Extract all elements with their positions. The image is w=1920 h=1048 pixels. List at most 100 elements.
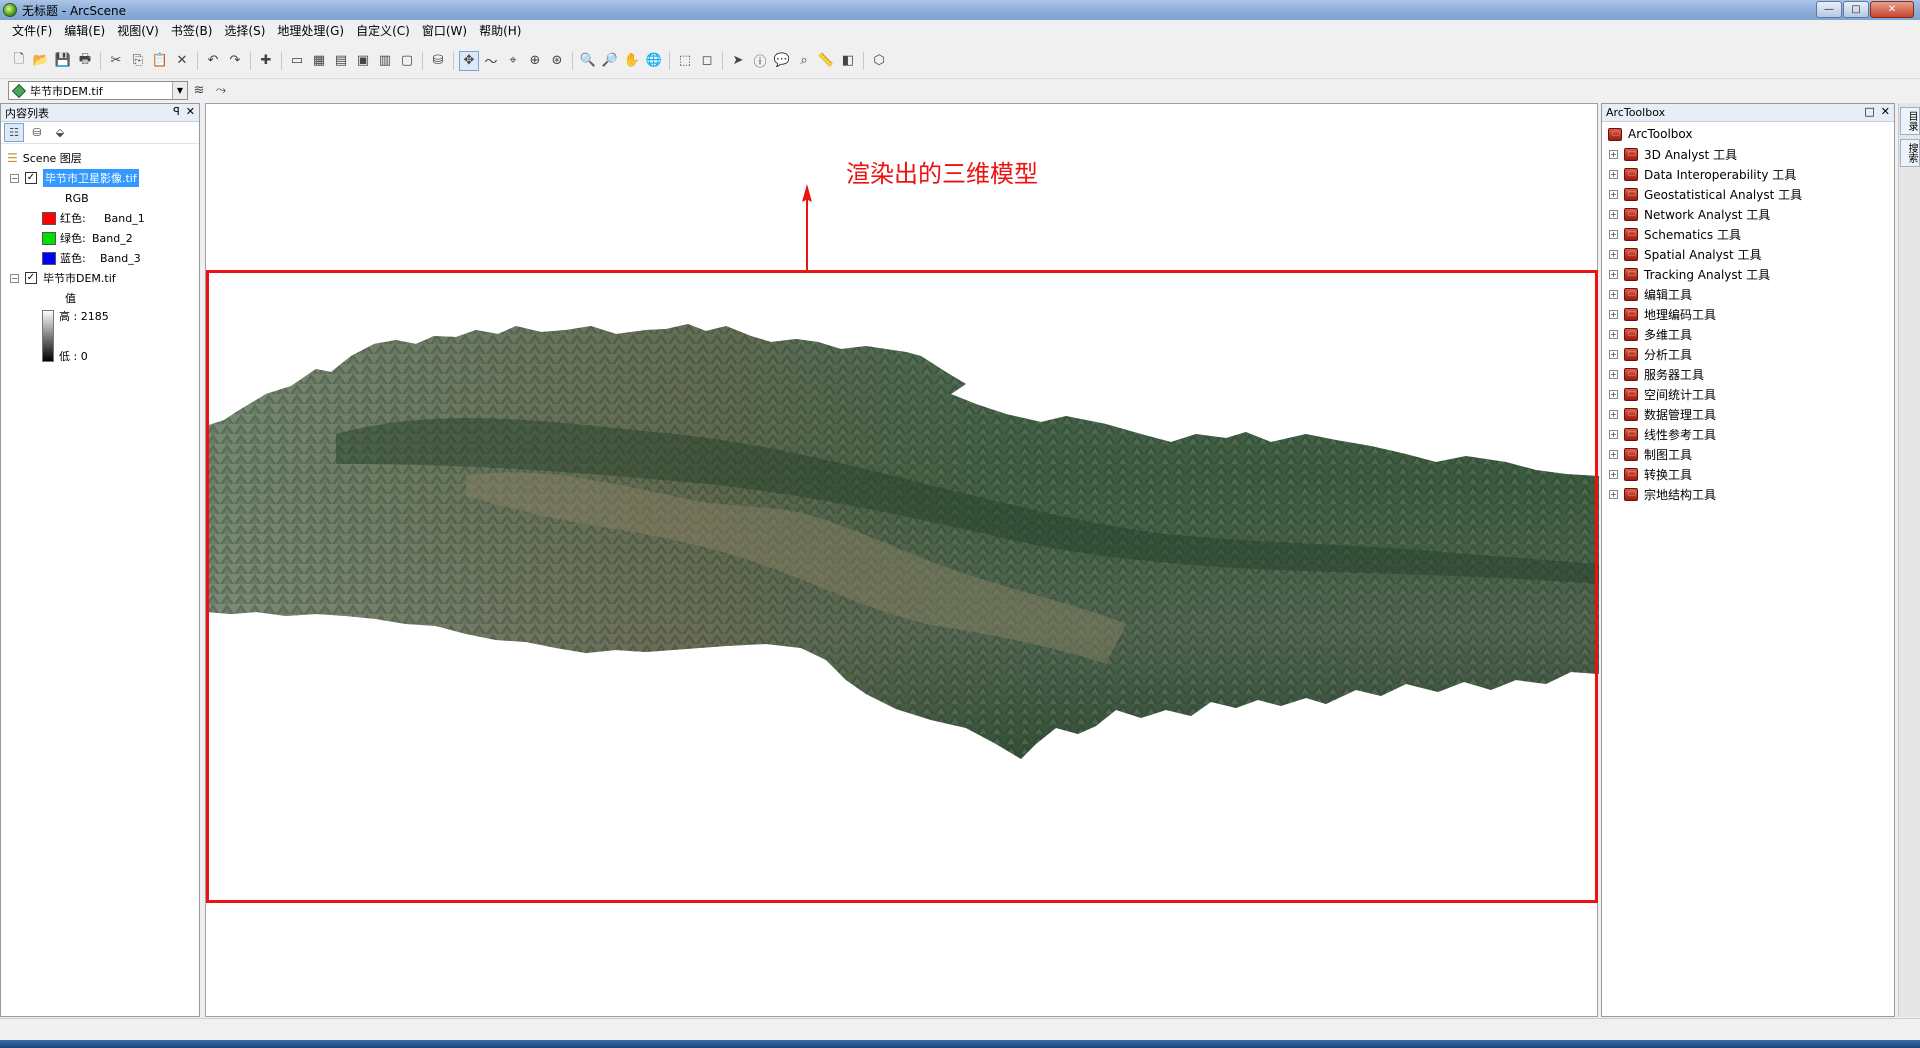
toolbox-icon[interactable]: ▥ — [375, 51, 395, 71]
collapse-icon[interactable]: − — [10, 273, 19, 283]
toolbox-item[interactable]: + 分析工具 — [1602, 344, 1894, 364]
open-icon[interactable]: 📂 — [31, 51, 51, 71]
scene-view[interactable]: 渲染出的三维模型 — [205, 103, 1599, 1017]
expand-icon[interactable]: + — [1609, 449, 1618, 459]
layer-row-satellite[interactable]: − ✓ 毕节市卫星影像.tif — [1, 168, 199, 188]
close-icon[interactable]: ✕ — [1881, 105, 1890, 118]
expand-icon[interactable]: + — [1609, 249, 1618, 259]
expand-icon[interactable]: + — [1609, 389, 1618, 399]
toolbox-item[interactable]: + Spatial Analyst 工具 — [1602, 244, 1894, 264]
menu-item[interactable]: 自定义(C) — [350, 21, 416, 41]
catalog-icon[interactable]: ▤ — [331, 51, 351, 71]
expand-icon[interactable]: + — [1609, 469, 1618, 479]
pin-icon[interactable]: ꟼ — [173, 105, 180, 118]
chevron-down-icon[interactable]: ▼ — [172, 82, 187, 99]
scene-layers-root[interactable]: ☰ Scene 图层 — [1, 148, 199, 168]
toolbox-item[interactable]: + 制图工具 — [1602, 444, 1894, 464]
expand-icon[interactable]: + — [1609, 309, 1618, 319]
layer-dropdown[interactable]: 毕节市DEM.tif ▼ — [8, 81, 188, 100]
layer-visibility-checkbox[interactable]: ✓ — [25, 172, 37, 184]
3d-effects-icon[interactable]: ⬡ — [869, 51, 889, 71]
new-icon[interactable]: 🗋 — [9, 51, 29, 71]
fly-icon[interactable]: 〜 — [481, 51, 501, 71]
layer-name-satellite[interactable]: 毕节市卫星影像.tif — [43, 169, 139, 187]
print-icon[interactable]: 🖶 — [75, 51, 95, 71]
toolbox-item[interactable]: + 多维工具 — [1602, 324, 1894, 344]
menu-item[interactable]: 书签(B) — [165, 21, 219, 41]
toolbox-item[interactable]: +3D Analyst 工具 — [1602, 144, 1894, 164]
expand-icon[interactable]: + — [1609, 169, 1618, 179]
toolbox-item[interactable]: + 转换工具 — [1602, 464, 1894, 484]
center-target-icon[interactable]: ⌖ — [503, 51, 523, 71]
search-dock-tab[interactable]: 搜索 — [1900, 139, 1920, 167]
expand-icon[interactable]: + — [1609, 429, 1618, 439]
model-builder-icon[interactable]: ⛁ — [428, 51, 448, 71]
expand-icon[interactable]: + — [1609, 229, 1618, 239]
navigate-icon[interactable]: ✥ — [459, 50, 479, 71]
expand-icon[interactable]: + — [1609, 369, 1618, 379]
paste-icon[interactable]: 📋 — [150, 51, 170, 71]
collapse-icon[interactable]: − — [10, 173, 19, 183]
find-icon[interactable]: ⌕ — [794, 51, 814, 71]
expand-icon[interactable]: + — [1609, 349, 1618, 359]
maximize-button[interactable]: □ — [1843, 1, 1869, 18]
toolbox-item[interactable]: + 地理编码工具 — [1602, 304, 1894, 324]
layer-name-dem[interactable]: 毕节市DEM.tif — [43, 270, 116, 286]
toolbox-item[interactable]: + 线性参考工具 — [1602, 424, 1894, 444]
zoom-out-icon[interactable]: 🔎 — [600, 51, 620, 71]
menu-item[interactable]: 地理处理(G) — [271, 21, 350, 41]
layer-visibility-checkbox[interactable]: ✓ — [25, 272, 37, 284]
toolbox-item[interactable]: + Data Interoperability 工具 — [1602, 164, 1894, 184]
html-popup-icon[interactable]: 💬 — [772, 51, 792, 71]
catalog-dock-tab[interactable]: 目录 — [1900, 107, 1920, 135]
expand-icon[interactable]: + — [1609, 329, 1618, 339]
scene-properties-icon[interactable]: ▭ — [287, 51, 307, 71]
toolbox-item[interactable]: + 宗地结构工具 — [1602, 484, 1894, 504]
layer-row-dem[interactable]: − ✓ 毕节市DEM.tif — [1, 268, 199, 288]
redo-icon[interactable]: ↷ — [225, 51, 245, 71]
toolbox-item[interactable]: + 编辑工具 — [1602, 284, 1894, 304]
close-button[interactable]: ✕ — [1870, 1, 1914, 18]
list-by-drawing-order-icon[interactable]: ☷ — [4, 123, 24, 142]
menu-item[interactable]: 窗口(W) — [416, 21, 473, 41]
command-line-icon[interactable]: ▢ — [397, 51, 417, 71]
contour-icon[interactable]: ≋ — [189, 81, 209, 101]
steepest-path-icon[interactable]: ⤳ — [211, 81, 231, 101]
zoom-in-icon[interactable]: 🔍 — [578, 51, 598, 71]
menu-item[interactable]: 选择(S) — [218, 21, 271, 41]
expand-icon[interactable]: + — [1609, 409, 1618, 419]
swipe-icon[interactable]: ◧ — [838, 51, 858, 71]
minimize-button[interactable]: — — [1816, 1, 1842, 18]
toolbox-item[interactable]: + Schematics 工具 — [1602, 224, 1894, 244]
select-elements-icon[interactable]: ➤ — [728, 51, 748, 71]
list-by-source-icon[interactable]: ⛁ — [27, 123, 47, 142]
list-by-visibility-icon[interactable]: ⬙ — [50, 123, 70, 142]
menu-item[interactable]: 文件(F) — [6, 21, 58, 41]
close-icon[interactable]: ✕ — [186, 105, 195, 118]
expand-icon[interactable]: + — [1609, 189, 1618, 199]
undo-icon[interactable]: ↶ — [203, 51, 223, 71]
toolbox-item[interactable]: + 服务器工具 — [1602, 364, 1894, 384]
clear-selection-icon[interactable]: ◻ — [697, 51, 717, 71]
select-features-icon[interactable]: ⬚ — [675, 51, 695, 71]
save-icon[interactable]: 💾 — [53, 51, 73, 71]
set-observer-icon[interactable]: ⊛ — [547, 51, 567, 71]
zoom-target-icon[interactable]: ⊕ — [525, 51, 545, 71]
menu-item[interactable]: 帮助(H) — [473, 21, 527, 41]
measure-icon[interactable]: 📏 — [816, 51, 836, 71]
identify-icon[interactable]: ⓘ — [750, 51, 770, 71]
expand-icon[interactable]: + — [1609, 489, 1618, 499]
restore-icon[interactable]: □ — [1864, 105, 1874, 118]
pan-icon[interactable]: ✋ — [622, 51, 642, 71]
menu-item[interactable]: 视图(V) — [111, 21, 165, 41]
expand-icon[interactable]: + — [1609, 149, 1618, 159]
expand-icon[interactable]: + — [1609, 209, 1618, 219]
expand-icon[interactable]: + — [1609, 289, 1618, 299]
full-extent-icon[interactable]: 🌐 — [644, 51, 664, 71]
toolbox-item[interactable]: + 空间统计工具 — [1602, 384, 1894, 404]
copy-icon[interactable]: ⎘ — [128, 51, 148, 71]
toolbox-item[interactable]: + Network Analyst 工具 — [1602, 204, 1894, 224]
toolbox-item[interactable]: + Tracking Analyst 工具 — [1602, 264, 1894, 284]
python-icon[interactable]: ▣ — [353, 51, 373, 71]
toc-window-icon[interactable]: ▦ — [309, 51, 329, 71]
